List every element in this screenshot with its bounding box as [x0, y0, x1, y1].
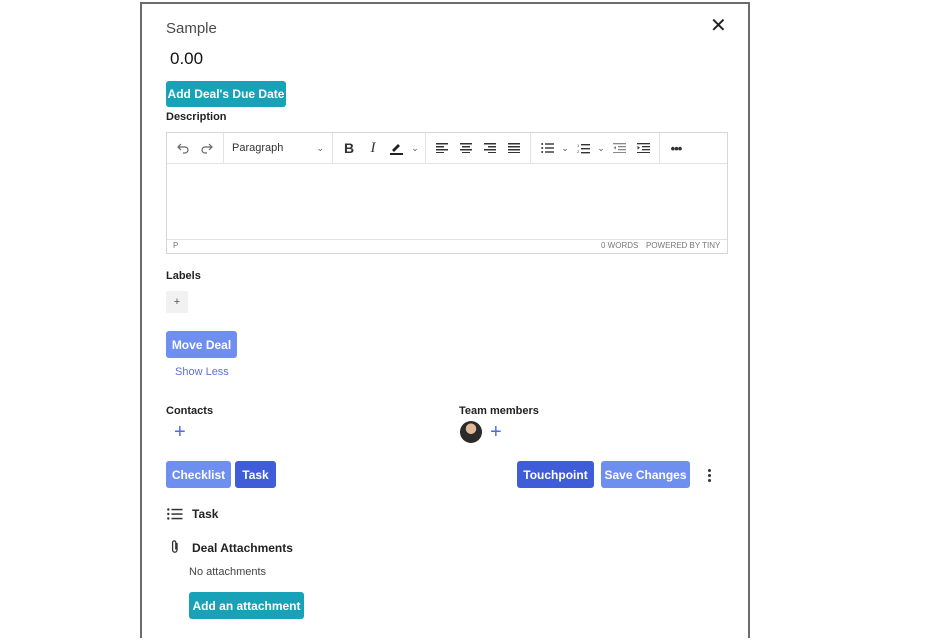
numbered-list-icon[interactable]: 12 — [571, 136, 595, 160]
undo-icon[interactable] — [171, 136, 195, 160]
history-group — [167, 133, 224, 163]
format-group: Paragraph ⌄ — [224, 133, 333, 163]
status-path[interactable]: P — [173, 241, 178, 250]
italic-icon[interactable]: I — [361, 136, 385, 160]
chevron-down-icon[interactable]: ⌄ — [559, 136, 571, 160]
task-button[interactable]: Task — [235, 461, 276, 488]
more-icon[interactable]: ••• — [664, 136, 688, 160]
touchpoint-button[interactable]: Touchpoint — [517, 461, 594, 488]
task-list-icon — [167, 507, 183, 525]
show-less-link[interactable]: Show Less — [175, 366, 229, 378]
format-select[interactable]: Paragraph ⌄ — [228, 142, 328, 154]
align-justify-icon[interactable] — [502, 136, 526, 160]
labels-label: Labels — [166, 270, 201, 282]
add-label-button[interactable]: + — [166, 291, 188, 313]
add-attachment-button[interactable]: Add an attachment — [189, 592, 304, 619]
align-center-icon[interactable] — [454, 136, 478, 160]
more-options-icon[interactable] — [702, 464, 716, 486]
svg-text:2: 2 — [577, 149, 580, 154]
description-label: Description — [166, 111, 227, 123]
text-style-group: B I ⌄ — [333, 133, 426, 163]
add-contact-icon[interactable]: + — [174, 422, 186, 442]
svg-text:1: 1 — [577, 143, 580, 148]
add-team-member-icon[interactable]: + — [490, 422, 502, 442]
move-deal-button[interactable]: Move Deal — [166, 331, 237, 358]
more-group: ••• — [660, 133, 692, 163]
deal-modal: Sample ✕ 0.00 Add Deal's Due Date Descri… — [140, 2, 750, 638]
save-changes-button[interactable]: Save Changes — [601, 461, 690, 488]
editor-statusbar: P 0 WORDS POWERED BY TINY — [167, 239, 727, 253]
avatar[interactable] — [460, 421, 482, 443]
redo-icon[interactable] — [195, 136, 219, 160]
indent-icon[interactable] — [631, 136, 655, 160]
task-section-title: Task — [192, 507, 219, 521]
editor-content-area[interactable] — [167, 163, 727, 241]
chevron-down-icon[interactable]: ⌄ — [409, 136, 421, 160]
editor-toolbar: Paragraph ⌄ B I ⌄ ⌄ 1 2 ⌄ ••• — [167, 133, 727, 164]
format-select-value: Paragraph — [232, 142, 284, 154]
align-right-icon[interactable] — [478, 136, 502, 160]
word-count: 0 WORDS — [601, 241, 639, 250]
align-group — [426, 133, 531, 163]
attachments-title: Deal Attachments — [192, 541, 293, 555]
bold-icon[interactable]: B — [337, 136, 361, 160]
contacts-label: Contacts — [166, 405, 214, 417]
chevron-down-icon[interactable]: ⌄ — [595, 136, 607, 160]
no-attachments-text: No attachments — [189, 566, 267, 578]
deal-amount: 0.00 — [170, 49, 204, 68]
paperclip-icon — [170, 539, 180, 560]
outdent-icon[interactable] — [607, 136, 631, 160]
align-left-icon[interactable] — [430, 136, 454, 160]
powered-by[interactable]: POWERED BY TINY — [646, 241, 720, 250]
team-members-label: Team members — [459, 405, 539, 417]
checklist-button[interactable]: Checklist — [166, 461, 231, 488]
deal-title: Sample — [166, 20, 217, 37]
description-editor: Paragraph ⌄ B I ⌄ ⌄ 1 2 ⌄ ••• P 0 WORDS … — [166, 132, 728, 254]
chevron-down-icon: ⌄ — [316, 142, 324, 153]
add-due-date-button[interactable]: Add Deal's Due Date — [166, 81, 286, 107]
bullet-list-icon[interactable] — [535, 136, 559, 160]
close-icon[interactable]: ✕ — [710, 16, 727, 36]
list-group: ⌄ 12 ⌄ — [531, 133, 660, 163]
highlight-icon[interactable] — [385, 136, 409, 160]
